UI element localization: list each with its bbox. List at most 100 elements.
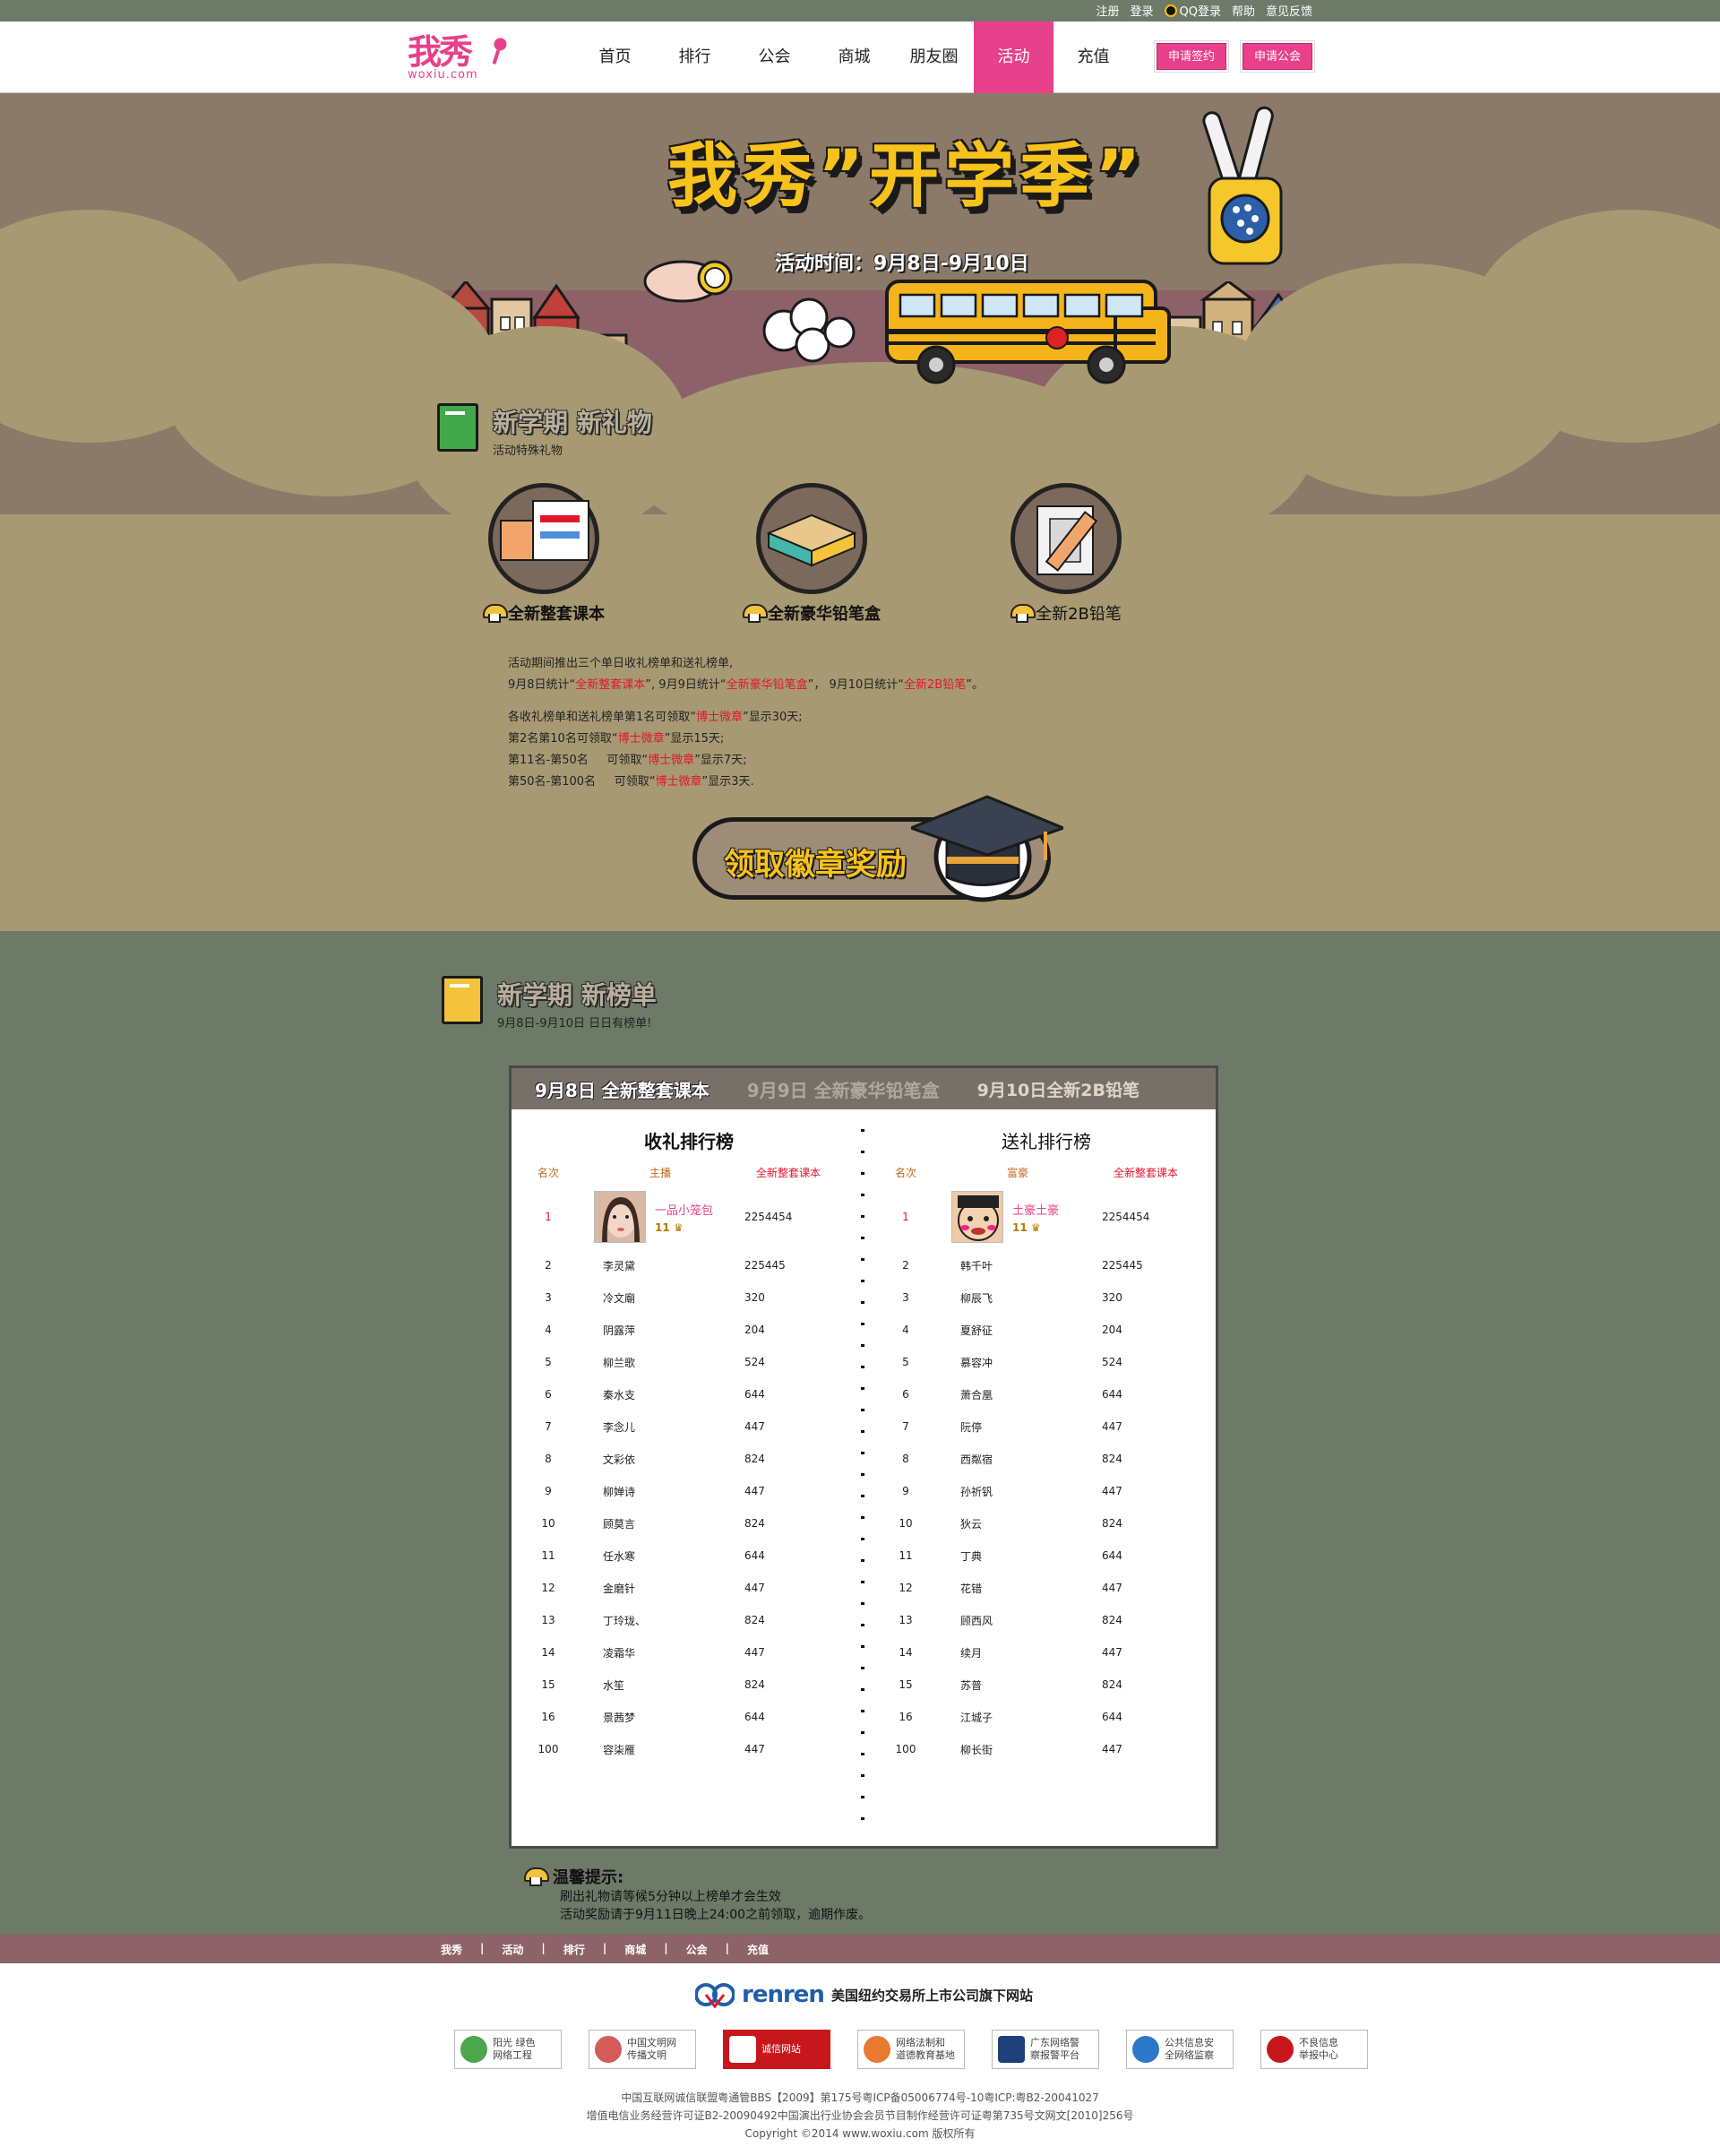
badge-sunshine[interactable]: 网络法制和 道德教育基地 [857,2030,965,2069]
table-row[interactable]: 5 柳兰歌 524 [519,1346,859,1378]
site-logo[interactable]: 我秀 woxiu.com [408,34,509,84]
user-name[interactable]: 柳婵诗 [578,1484,721,1499]
table-row[interactable]: 10 顾莫言 824 [519,1507,859,1539]
tab-sep-10[interactable]: 9月10日全新2B铅笔 [977,1077,1140,1101]
footer-link-recharge[interactable]: 充值 [747,1942,769,1957]
user-name[interactable]: 狄云 [935,1516,1079,1531]
table-row[interactable]: 16 景茜梦 644 [519,1701,859,1733]
user-name[interactable]: 柳长街 [935,1742,1079,1757]
table-row[interactable]: 12 花错 447 [876,1572,1217,1604]
badge-report[interactable]: 不良信息 举报中心 [1260,2030,1368,2069]
table-row[interactable]: 14 凌霜华 447 [519,1636,859,1669]
user-name[interactable]: 李灵黛 [578,1258,721,1273]
apply-sign-button[interactable]: 申请签约 [1157,43,1227,70]
table-row[interactable]: 4 阴露萍 204 [519,1314,859,1346]
user-name[interactable]: 丁典 [935,1548,1079,1564]
table-row[interactable]: 9 柳婵诗 447 [519,1475,859,1507]
avatar[interactable] [594,1191,646,1243]
nav-item-guild[interactable]: 公会 [735,22,814,93]
table-row[interactable]: 100 容柒雁 447 [519,1733,859,1765]
tab-sep-8[interactable]: 9月8日 全新整套课本 [535,1076,710,1102]
table-row[interactable]: 7 李念儿 447 [519,1410,859,1443]
table-row[interactable]: 12 金磨针 447 [519,1572,859,1604]
top-user-name[interactable]: 土豪土豪 [1012,1201,1059,1218]
user-name[interactable]: 景茜梦 [578,1710,721,1725]
table-row[interactable]: 2 李灵黛 225445 [519,1249,859,1281]
user-name[interactable]: 孙祈钒 [935,1484,1079,1499]
table-row[interactable]: 1 一品小笼包 11 ♛ 2254454 [519,1185,859,1249]
badge-trust[interactable]: 诚信网站 [723,2030,830,2069]
table-row[interactable]: 13 丁玲珑、 824 [519,1604,859,1636]
badge-green-network[interactable]: 阳光 绿色 网络工程 [454,2030,562,2069]
user-name[interactable]: 苏普 [935,1677,1079,1693]
user-name[interactable]: 顾西风 [935,1613,1079,1628]
user-name[interactable]: 柳兰歌 [578,1355,721,1370]
table-row[interactable]: 6 萧合凰 644 [876,1378,1217,1410]
table-row[interactable]: 10 狄云 824 [876,1507,1217,1539]
login-link[interactable]: 登录 [1130,2,1153,19]
qq-login-link[interactable]: QQ登录 [1164,2,1221,19]
user-name[interactable]: 文彩依 [578,1452,721,1467]
table-row[interactable]: 4 夏舒征 204 [876,1314,1217,1346]
table-row[interactable]: 8 西粼宿 824 [876,1443,1217,1475]
user-name[interactable]: 李念儿 [578,1419,721,1435]
nav-item-rank[interactable]: 排行 [655,22,735,93]
top-user-name[interactable]: 一品小笼包 [655,1201,713,1218]
nav-item-home[interactable]: 首页 [575,22,655,93]
nav-item-recharge[interactable]: 充值 [1054,22,1133,93]
user-name[interactable]: 金磨针 [578,1581,721,1596]
user-name[interactable]: 阮停 [935,1419,1079,1435]
user-name[interactable]: 阴露萍 [578,1323,721,1338]
user-name[interactable]: 柳辰飞 [935,1290,1079,1306]
table-row[interactable]: 11 任水寒 644 [519,1539,859,1572]
table-row[interactable]: 5 慕容冲 524 [876,1346,1217,1378]
table-row[interactable]: 15 苏普 824 [876,1669,1217,1701]
user-name[interactable]: 西粼宿 [935,1452,1079,1467]
user-name[interactable]: 水笙 [578,1677,721,1693]
renren-brand[interactable]: renren 美国纽约交易所上市公司旗下网站 [695,1981,1033,2008]
register-link[interactable]: 注册 [1096,2,1119,19]
nav-item-events[interactable]: 活动 [974,22,1054,93]
table-row[interactable]: 2 韩千叶 225445 [876,1249,1217,1281]
user-name[interactable]: 萧合凰 [935,1387,1079,1402]
nav-item-shop[interactable]: 商城 [814,22,894,93]
table-row[interactable]: 3 冷文廟 320 [519,1281,859,1314]
user-name[interactable]: 慕容冲 [935,1355,1079,1370]
footer-link-events[interactable]: 活动 [502,1942,523,1957]
avatar[interactable] [951,1191,1003,1243]
table-row[interactable]: 15 水笙 824 [519,1669,859,1701]
user-name[interactable]: 韩千叶 [935,1258,1079,1273]
user-name[interactable]: 任水寒 [578,1548,721,1564]
nav-item-friends[interactable]: 朋友圈 [894,22,974,93]
user-name[interactable]: 丁玲珑、 [578,1613,721,1628]
user-name[interactable]: 顾莫言 [578,1516,721,1531]
table-row[interactable]: 9 孙祈钒 447 [876,1475,1217,1507]
tab-sep-9[interactable]: 9月9日 全新豪华铅笔盒 [747,1076,940,1102]
badge-police[interactable]: 广东网络警 察报警平台 [992,2030,1099,2069]
user-name[interactable]: 容柒雁 [578,1742,721,1757]
footer-link-rank[interactable]: 排行 [563,1942,585,1957]
help-link[interactable]: 帮助 [1232,2,1255,19]
table-row[interactable]: 8 文彩依 824 [519,1443,859,1475]
user-name[interactable]: 花错 [935,1581,1079,1596]
footer-link-woxiu[interactable]: 我秀 [441,1942,462,1957]
user-name[interactable]: 秦水支 [578,1387,721,1402]
footer-link-shop[interactable]: 商城 [624,1942,646,1957]
table-row[interactable]: 14 续月 447 [876,1636,1217,1669]
badge-security[interactable]: 公共信息安 全网络监察 [1126,2030,1234,2069]
apply-guild-button[interactable]: 申请公会 [1243,43,1313,70]
feedback-link[interactable]: 意见反馈 [1266,2,1312,19]
user-name[interactable]: 夏舒征 [935,1323,1079,1338]
badge-civilization[interactable]: 中国文明网 传播文明 [589,2030,696,2069]
table-row[interactable]: 11 丁典 644 [876,1539,1217,1572]
footer-link-guild[interactable]: 公会 [686,1942,708,1957]
table-row[interactable]: 16 江城子 644 [876,1701,1217,1733]
table-row[interactable]: 7 阮停 447 [876,1410,1217,1443]
table-row[interactable]: 1 土豪土豪 11 ♛ 2254454 [876,1185,1217,1249]
table-row[interactable]: 3 柳辰飞 320 [876,1281,1217,1314]
user-name[interactable]: 续月 [935,1645,1079,1660]
user-name[interactable]: 江城子 [935,1710,1079,1725]
table-row[interactable]: 13 顾西风 824 [876,1604,1217,1636]
table-row[interactable]: 6 秦水支 644 [519,1378,859,1410]
user-name[interactable]: 冷文廟 [578,1290,721,1306]
